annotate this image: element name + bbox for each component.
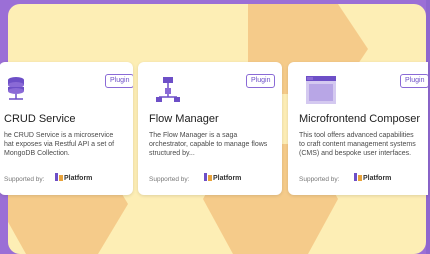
plugin-card-microfrontend-composer[interactable]: Plugin Microfrontend Composer This tool … (288, 62, 428, 195)
card-description: he CRUD Service is a microservice hat ex… (4, 132, 115, 157)
card-title: Flow Manager (149, 113, 219, 125)
plugin-badge: Plugin (105, 74, 133, 88)
platform-logo-icon (55, 173, 63, 181)
supported-by-label: Supported by: (299, 176, 340, 183)
card-title: Microfrontend Composer (299, 113, 421, 125)
card-description: The Flow Manager is a saga orchestrator,… (149, 132, 268, 157)
platform-logo-icon (354, 173, 362, 181)
platform-logo: Platform (354, 173, 391, 182)
plugin-card-crud-service[interactable]: Plugin CRUD Service he CRUD Service is a… (0, 62, 133, 195)
database-icon (8, 77, 24, 100)
card-title: CRUD Service (4, 113, 76, 125)
platform-logo-icon (204, 173, 212, 181)
plugin-badge: Plugin (246, 74, 276, 88)
plugin-badge: Plugin (400, 74, 428, 88)
supported-by-label: Supported by: (4, 176, 45, 183)
platform-logo: Platform (55, 173, 92, 182)
card-description: This tool offers advanced capabilities t… (299, 132, 416, 157)
layout-window-icon (306, 76, 336, 104)
plugin-card-flow-manager[interactable]: Plugin Flow Manager The Flow Manager is … (138, 62, 282, 195)
flow-diagram-icon (156, 77, 180, 102)
supported-by-label: Supported by: (149, 176, 190, 183)
platform-logo: Platform (204, 173, 241, 182)
